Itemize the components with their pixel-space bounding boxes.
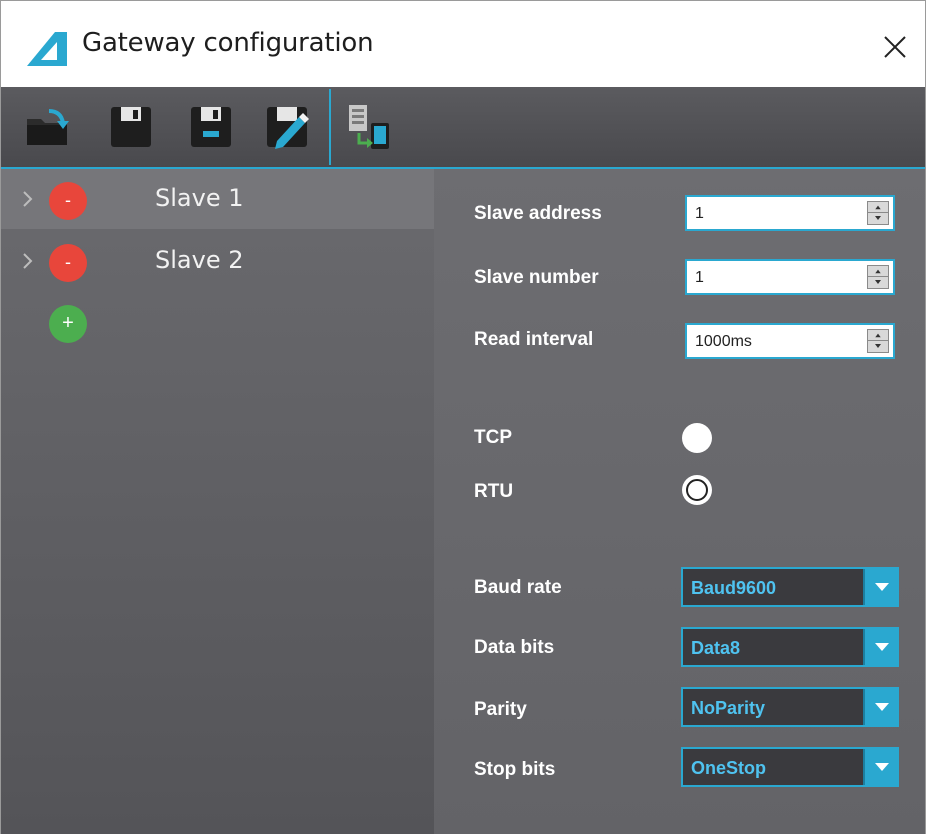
data-bits-value: Data8 [691, 638, 741, 658]
slave-address-spinbox[interactable]: 1 [685, 195, 895, 231]
save-icon[interactable] [107, 103, 155, 151]
baud-rate-dropdown[interactable]: Baud9600 [681, 567, 899, 607]
read-interval-value: 1000ms [695, 333, 752, 350]
parity-label: Parity [474, 699, 527, 720]
chevron-right-icon[interactable] [21, 189, 35, 209]
remove-slave-button[interactable]: - [49, 244, 87, 282]
tcp-radio[interactable] [682, 423, 712, 453]
chevron-right-icon[interactable] [21, 251, 35, 271]
stop-bits-dropdown[interactable]: OneStop [681, 747, 899, 787]
edit-save-icon[interactable] [263, 103, 311, 151]
spin-down-icon[interactable] [868, 277, 888, 288]
spin-up-icon[interactable] [868, 266, 888, 277]
slave-row-1[interactable]: - Slave 1 [1, 169, 434, 229]
baud-rate-label: Baud rate [474, 577, 562, 598]
spinner-arrows[interactable] [867, 265, 889, 289]
remove-slave-button[interactable]: - [49, 182, 87, 220]
spin-up-icon[interactable] [868, 202, 888, 213]
slave-number-label: Slave number [474, 267, 599, 288]
toolbar-separator [329, 89, 331, 165]
close-icon[interactable] [879, 31, 911, 63]
rtu-radio[interactable] [682, 475, 712, 505]
chevron-down-icon[interactable] [863, 749, 897, 785]
slave-number-value: 1 [695, 269, 704, 286]
slave-number-spinbox[interactable]: 1 [685, 259, 895, 295]
read-interval-spinbox[interactable]: 1000ms [685, 323, 895, 359]
save-as-icon[interactable] [187, 103, 235, 151]
gateway-configuration-window: Gateway configuration - Slave 1 - Slave … [0, 0, 926, 834]
transfer-to-device-icon[interactable] [347, 103, 395, 151]
chevron-down-icon[interactable] [863, 569, 897, 605]
title-bar: Gateway configuration [1, 1, 925, 87]
tcp-label: TCP [474, 427, 512, 448]
slave-label: Slave 1 [155, 184, 244, 212]
slave-list-panel: - Slave 1 - Slave 2 + [1, 169, 434, 834]
window-title: Gateway configuration [82, 28, 374, 58]
data-bits-dropdown[interactable]: Data8 [681, 627, 899, 667]
slave-address-value: 1 [695, 205, 704, 222]
data-bits-label: Data bits [474, 637, 555, 658]
slave-settings-panel: Slave address 1 Slave number 1 Read inte… [434, 169, 925, 834]
toolbar [1, 87, 925, 169]
rtu-label: RTU [474, 481, 514, 502]
parity-value: NoParity [691, 698, 766, 718]
baud-rate-value: Baud9600 [691, 578, 777, 598]
read-interval-label: Read interval [474, 329, 594, 350]
stop-bits-label: Stop bits [474, 759, 556, 780]
chevron-down-icon[interactable] [863, 629, 897, 665]
spinner-arrows[interactable] [867, 329, 889, 353]
chevron-down-icon[interactable] [863, 689, 897, 725]
spinner-arrows[interactable] [867, 201, 889, 225]
stop-bits-value: OneStop [691, 758, 766, 778]
app-logo-icon [27, 32, 67, 66]
add-slave-button[interactable]: + [49, 305, 87, 343]
slave-address-label: Slave address [474, 203, 602, 224]
spin-up-icon[interactable] [868, 330, 888, 341]
parity-dropdown[interactable]: NoParity [681, 687, 899, 727]
slave-label: Slave 2 [155, 246, 244, 274]
spin-down-icon[interactable] [868, 341, 888, 352]
slave-row-2[interactable]: - Slave 2 [1, 231, 434, 291]
spin-down-icon[interactable] [868, 213, 888, 224]
open-folder-icon[interactable] [23, 103, 71, 151]
